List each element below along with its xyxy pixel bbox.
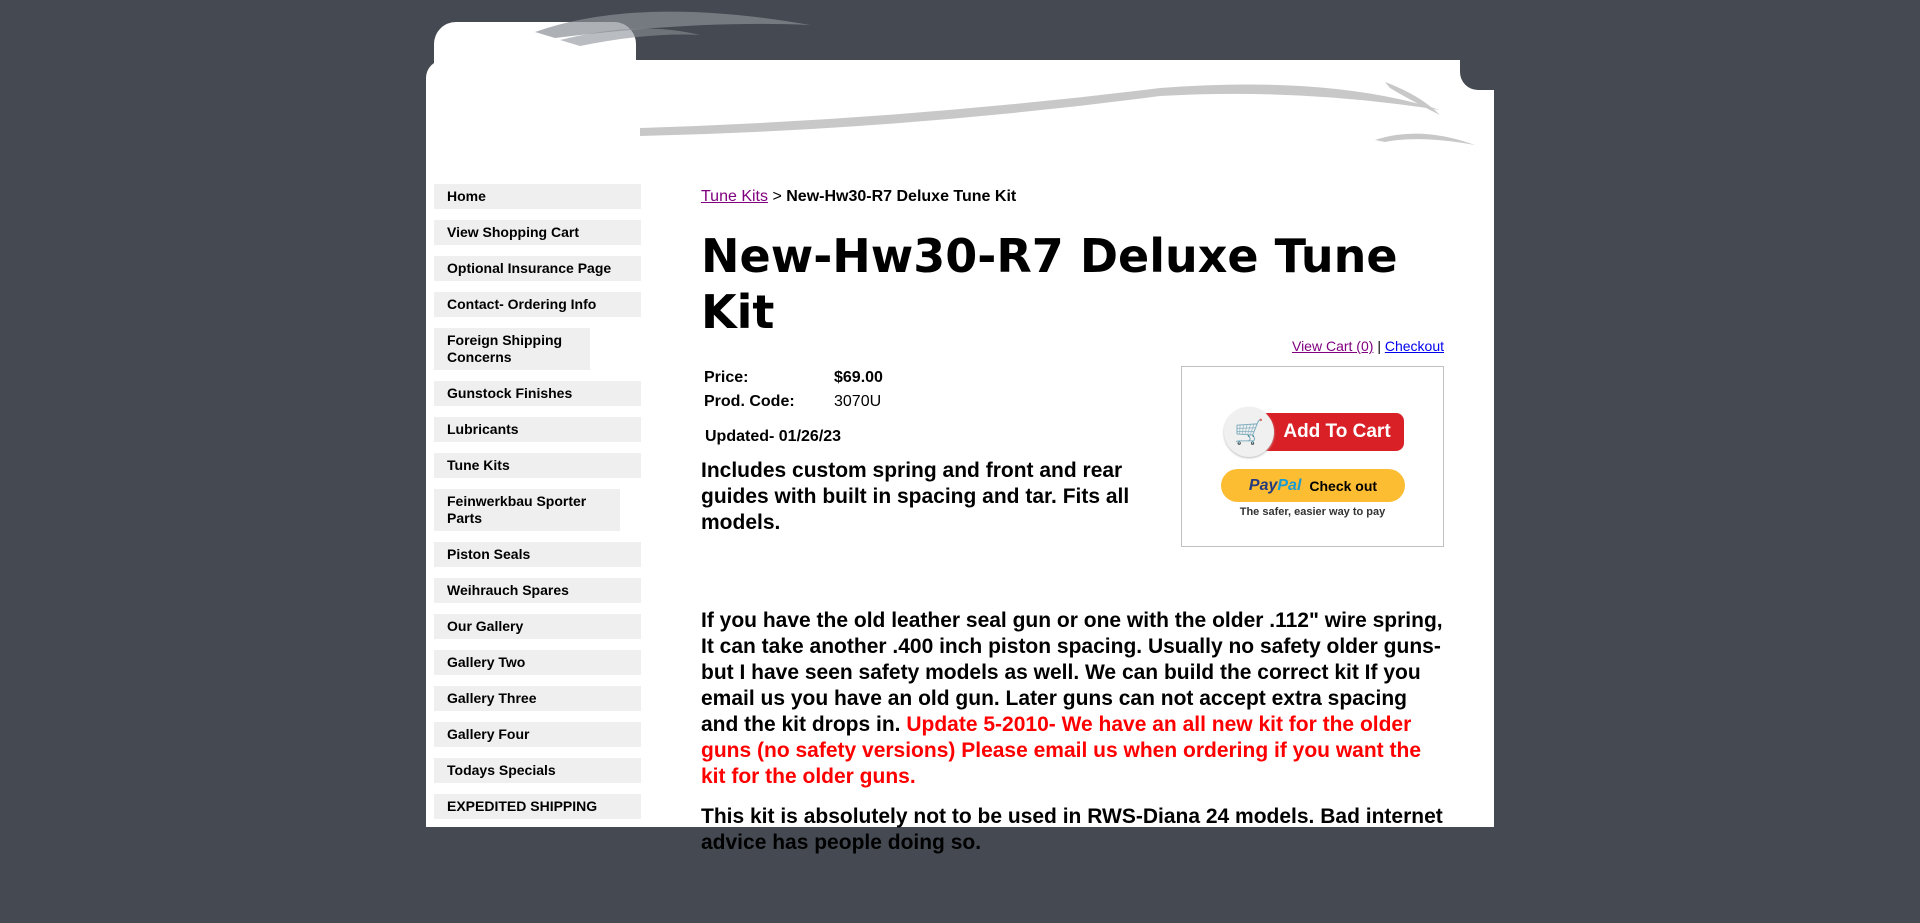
paypal-tagline: The safer, easier way to pay [1239, 506, 1386, 518]
nav-weihrauch-spares[interactable]: Weihrauch Spares [434, 578, 641, 603]
breadcrumb-separator: > [772, 188, 782, 205]
sidebar-nav: Home View Shopping Cart Optional Insuran… [434, 184, 641, 819]
nav-home[interactable]: Home [434, 184, 641, 209]
description-paragraph: If you have the old leather seal gun or … [701, 608, 1444, 790]
product-info: Price: $69.00 Prod. Code: 3070U Updated- 0… [701, 366, 1444, 556]
cart-links: View Cart (0) | Checkout [701, 338, 1444, 354]
nav-lubricants[interactable]: Lubricants [434, 417, 641, 442]
warning-paragraph: This kit is absolutely not to be used in… [701, 805, 1443, 854]
nav-foreign-shipping[interactable]: Foreign Shipping Concerns [434, 328, 590, 370]
shopping-cart-icon: 🛒 [1224, 407, 1274, 457]
paypal-checkout-label: Check out [1309, 477, 1378, 494]
checkout-link[interactable]: Checkout [1385, 338, 1444, 354]
nav-gunstock-finishes[interactable]: Gunstock Finishes [434, 381, 641, 406]
nav-feinwerkbau[interactable]: Feinwerkbau Sporter Parts [434, 489, 620, 531]
nav-tune-kits[interactable]: Tune Kits [434, 453, 641, 478]
nav-optional-insurance[interactable]: Optional Insurance Page [434, 256, 641, 281]
add-to-cart-button[interactable]: Add To Cart 🛒 [1224, 407, 1404, 457]
page-title: New-Hw30-R7 Deluxe Tune Kit [701, 229, 1398, 339]
header-swirl-decoration [535, 11, 1475, 145]
add-to-cart-label: Add To Cart [1260, 413, 1404, 451]
main-content: Tune Kits > New-Hw30-R7 Deluxe Tune Kit … [701, 188, 1444, 856]
nav-gallery-two[interactable]: Gallery Two [434, 650, 641, 675]
product-intro: Includes custom spring and front and rea… [701, 459, 1130, 534]
nav-view-shopping-cart[interactable]: View Shopping Cart [434, 220, 641, 245]
paypal-logo: PayPal [1248, 476, 1302, 494]
nav-gallery-four[interactable]: Gallery Four [434, 722, 641, 747]
prod-code-label: Prod. Code: [704, 393, 795, 410]
price-label: Price: [704, 369, 749, 386]
nav-gallery-three[interactable]: Gallery Three [434, 686, 641, 711]
breadcrumb-tune-kits[interactable]: Tune Kits [701, 188, 768, 205]
paypal-checkout-button[interactable]: PayPal Check out [1221, 469, 1405, 502]
nav-expedited-shipping[interactable]: EXPEDITED SHIPPING [434, 794, 641, 819]
cart-links-separator: | [1377, 338, 1381, 354]
product-details: Price: $69.00 Prod. Code: 3070U [701, 366, 886, 414]
nav-piston-seals[interactable]: Piston Seals [434, 542, 641, 567]
prod-code-value: 3070U [834, 393, 882, 410]
buy-box: Add To Cart 🛒 PayPal Check out The safer… [1181, 366, 1444, 547]
view-cart-link[interactable]: View Cart (0) [1292, 338, 1373, 354]
nav-our-gallery[interactable]: Our Gallery [434, 614, 641, 639]
price-value: $69.00 [834, 369, 883, 386]
nav-contact-ordering-info[interactable]: Contact- Ordering Info [434, 292, 641, 317]
nav-todays-specials[interactable]: Todays Specials [434, 758, 641, 783]
breadcrumb: Tune Kits > New-Hw30-R7 Deluxe Tune Kit [701, 188, 1444, 206]
breadcrumb-current: New-Hw30-R7 Deluxe Tune Kit [786, 188, 1017, 205]
